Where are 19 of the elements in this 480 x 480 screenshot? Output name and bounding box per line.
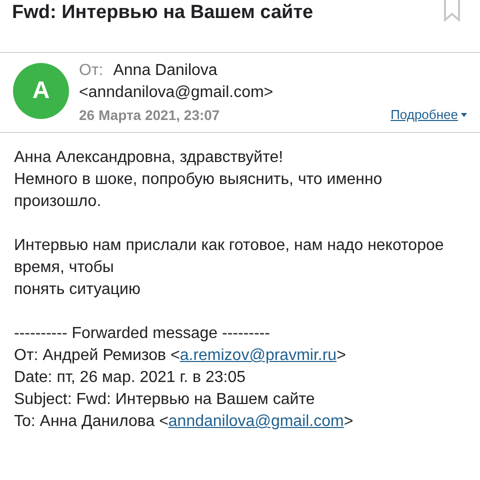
forwarded-line: To: Анна Данилова <anndanilova@gmail.com> — [14, 412, 354, 432]
sender-name: Anna Danilova — [113, 61, 218, 81]
forwarded-line: Date: пт, 26 мар. 2021 г. в 23:05 — [14, 368, 247, 388]
message-text: понять ситуацию — [14, 280, 142, 300]
message-text: Анна Александровна, здравствуйте! — [14, 148, 284, 168]
message-text: Немного в шоке, попробую выяснить, что именно произошло. — [14, 170, 384, 212]
sender-email: <anndanilova@gmail.com> — [79, 83, 274, 103]
forwarded-line: ---------- Forwarded message --------- — [14, 324, 271, 344]
email-link[interactable]: a.remizov@pravmir.ru — [180, 347, 337, 364]
bookmark-icon[interactable] — [444, 0, 460, 22]
from-label: От: — [79, 61, 104, 81]
details-link[interactable]: Подробнее — [390, 104, 467, 126]
forwarded-line: Subject: Fwd: Интервью на Вашем сайте — [14, 390, 316, 410]
message-date: 26 Марта 2021, 23:07 — [79, 106, 220, 125]
forwarded-line: От: Андрей Ремизов <a.remizov@pravmir.ru> — [14, 346, 347, 366]
email-link[interactable]: anndanilova@gmail.com — [168, 413, 344, 430]
email-subject: Fwd: Интервью на Вашем сайте — [12, 1, 314, 25]
caret-icon — [461, 113, 467, 117]
sender-avatar: A — [13, 63, 69, 119]
